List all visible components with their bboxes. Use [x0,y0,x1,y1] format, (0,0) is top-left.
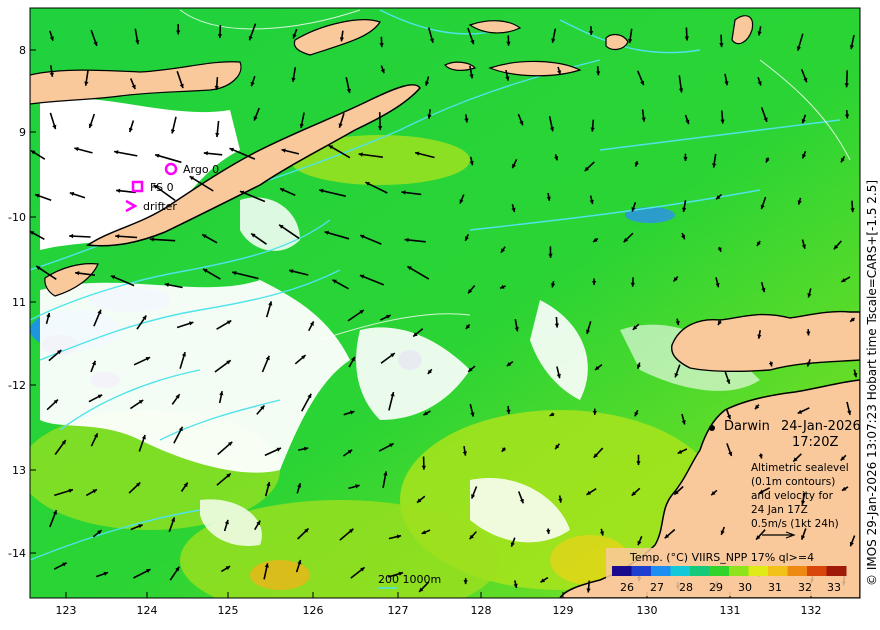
lon-tick: 132 [801,604,822,617]
argo-label: Argo 0 [183,163,219,176]
colorbar-swatch [729,566,749,576]
sst-map: 123 124 125 126 127 128 129 130 131 132 … [8,7,879,617]
colorbar-swatch [748,566,769,576]
colorbar-tick: 29 [709,581,723,594]
colorbar-tick: 27 [650,581,664,594]
lon-tick: 129 [553,604,574,617]
lat-tick: -10 [8,211,26,224]
credit-text: © IMOS 29-Jan-2026 13:07:23 Hobart time … [865,180,879,586]
lon-tick: 130 [637,604,658,617]
colorbar-tick: 33 [827,581,841,594]
colorbar-tick: 28 [679,581,693,594]
colorbar-swatch [826,566,847,576]
colorbar-swatch [709,566,730,576]
lon-tick: 123 [56,604,77,617]
altimetry-line: 0.5m/s (1kt 24h) [751,518,839,530]
colorbar-tick: 32 [798,581,812,594]
lat-tick: -14 [8,547,26,560]
lat-tick: 11 [12,296,26,309]
colorbar-swatch [670,566,691,576]
colorbar-swatch [787,566,808,576]
depth-scale: 200 1000m [378,573,441,589]
colorbar-swatch [631,566,652,576]
lon-tick: 131 [720,604,741,617]
drifter-label: drifter [143,200,177,213]
lat-tick: -12 [8,379,26,392]
longitude-ticks: 123 124 125 126 127 128 129 130 131 132 [56,604,822,617]
scale-label: 200 1000m [378,573,441,586]
colorbar-tick: 26 [620,581,634,594]
lat-tick: 8 [19,44,26,57]
lon-tick: 127 [388,604,409,617]
fs-label: FS 0 [150,181,174,194]
date-label: 24-Jan-2026 [781,419,861,434]
colorbar-tick: 30 [738,581,752,594]
time-label: 17:20Z [792,435,838,450]
colorbar-title: Temp. (°C) VIIRS_NPP 17% ql>=4 [629,551,814,564]
altimetry-line: (0.1m contours) [751,476,835,488]
lon-tick: 125 [218,604,239,617]
latitude-ticks: 8 9 -10 11 -12 13 -14 [8,44,26,560]
lat-tick: 13 [12,464,26,477]
lon-tick: 128 [471,604,492,617]
location-label: Darwin [724,419,770,434]
colorbar: Temp. (°C) VIIRS_NPP 17% ql>=4 26 27 28 … [606,548,852,596]
altimetry-line: Altimetric sealevel [751,462,849,474]
colorbar-swatch [768,566,788,576]
colorbar-swatch [807,566,827,576]
darwin-dot-icon [709,425,715,431]
lon-tick: 124 [137,604,158,617]
altimetry-line: 24 Jan 17Z [751,504,808,516]
colorbar-swatch [690,566,710,576]
lon-tick: 126 [303,604,324,617]
colorbar-tick: 31 [768,581,782,594]
colorbar-swatch [651,566,671,576]
lat-tick: 9 [19,126,26,139]
colorbar-swatch [612,566,632,576]
altimetry-line: and velocity for [751,490,834,502]
